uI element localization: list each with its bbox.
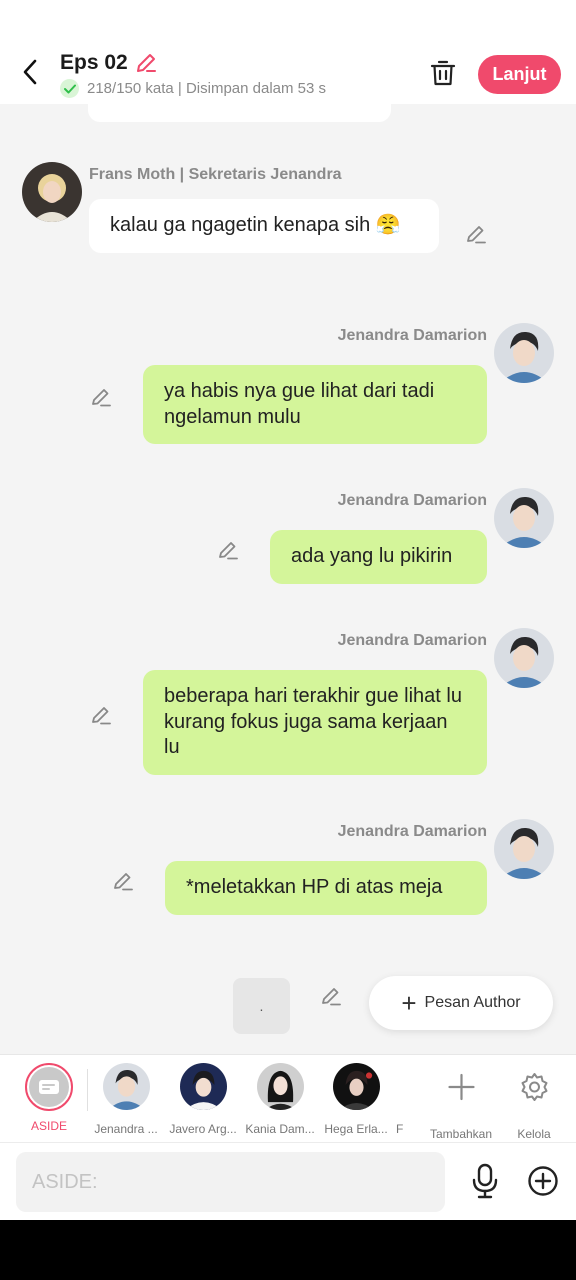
author-message-label: Pesan Author [424,994,521,1011]
character-item[interactable]: Kania Dam... [240,1063,320,1136]
edit-message-icon[interactable] [464,222,488,246]
character-item[interactable]: F [396,1063,410,1136]
edit-message-icon[interactable] [111,869,135,893]
next-button[interactable]: Lanjut [478,55,561,94]
avatar [256,1063,304,1110]
gear-icon [521,1073,547,1101]
message-bubble[interactable]: ada yang lu pikirin [270,530,487,584]
sender-name: Frans Moth | Sekretaris Jenandra [89,166,342,183]
sender-name: Jenandra Damarion [337,632,487,649]
aside-icon [29,1067,69,1107]
character-item[interactable]: Hega Erla... [316,1063,396,1136]
plus-icon [447,1073,475,1101]
episode-title[interactable]: Eps 02 [60,51,128,75]
avatar [102,1063,150,1110]
character-name: Hega Erla... [324,1122,388,1136]
avatar-jenandra[interactable] [494,628,554,688]
edit-message-icon[interactable] [89,385,113,409]
chevron-left-icon [23,59,37,85]
composer-bar [0,1142,576,1220]
back-button[interactable] [16,56,44,88]
check-icon [60,79,79,98]
add-circle-icon[interactable] [527,1165,559,1197]
sender-name: Jenandra Damarion [337,327,487,344]
avatar-jenandra[interactable] [494,323,554,383]
avatar-frans[interactable] [22,162,82,222]
aside-label: ASIDE [30,1119,67,1133]
episode-title-row[interactable]: Eps 02 [60,51,158,75]
message-bubble[interactable]: beberapa hari terakhir gue lihat lu kura… [143,670,487,775]
trash-icon[interactable] [429,58,457,88]
character-name: Javero Arg... [169,1122,237,1136]
save-status: 218/150 kata | Disimpan dalam 53 s [60,79,326,98]
message-bubble[interactable]: *meletakkan HP di atas meja [165,861,487,915]
previous-message-bubble [88,104,391,122]
manage-label: Kelola [517,1127,551,1141]
character-name: Jenandra ... [94,1122,158,1136]
microphone-icon[interactable] [470,1163,500,1199]
add-label: Tambahkan [429,1127,493,1141]
plus-icon: + [401,988,417,1018]
message-bubble[interactable]: ya habis nya gue lihat dari tadi ngelamu… [143,365,487,444]
chat-area[interactable]: Frans Moth | Sekretaris Jenandra kalau g… [0,104,576,1054]
top-bar: Eps 02 218/150 kata | Disimpan dalam 53 … [0,0,576,104]
word-count-status: 218/150 kata | Disimpan dalam 53 s [87,80,327,97]
edit-title-icon[interactable] [134,51,158,75]
message-input[interactable] [16,1152,445,1212]
manage-characters-button[interactable]: Kelola [494,1063,574,1141]
character-item[interactable]: Javero Arg... [163,1063,243,1136]
avatar [179,1063,227,1110]
character-selector: ASIDE Jenandra ... Javero Arg... Kania D… [0,1054,576,1142]
system-navigation-bar [0,1220,576,1280]
edit-message-icon[interactable] [89,703,113,727]
edit-message-icon[interactable] [319,984,343,1008]
avatar [332,1063,380,1110]
sender-name: Jenandra Damarion [337,823,487,840]
sender-name: Jenandra Damarion [337,492,487,509]
author-message-button[interactable]: + Pesan Author [369,976,553,1030]
avatar-jenandra[interactable] [494,488,554,548]
character-name: F [396,1122,404,1136]
edit-message-icon[interactable] [216,538,240,562]
message-bubble[interactable]: kalau ga ngagetin kenapa sih 😤 [89,199,439,253]
character-name: Kania Dam... [245,1122,315,1136]
character-item[interactable]: Jenandra ... [86,1063,166,1136]
aside-draft-bubble[interactable]: . [233,978,290,1034]
add-character-button[interactable]: Tambahkan [421,1063,501,1141]
avatar-jenandra[interactable] [494,819,554,879]
character-aside[interactable]: ASIDE [9,1063,89,1133]
